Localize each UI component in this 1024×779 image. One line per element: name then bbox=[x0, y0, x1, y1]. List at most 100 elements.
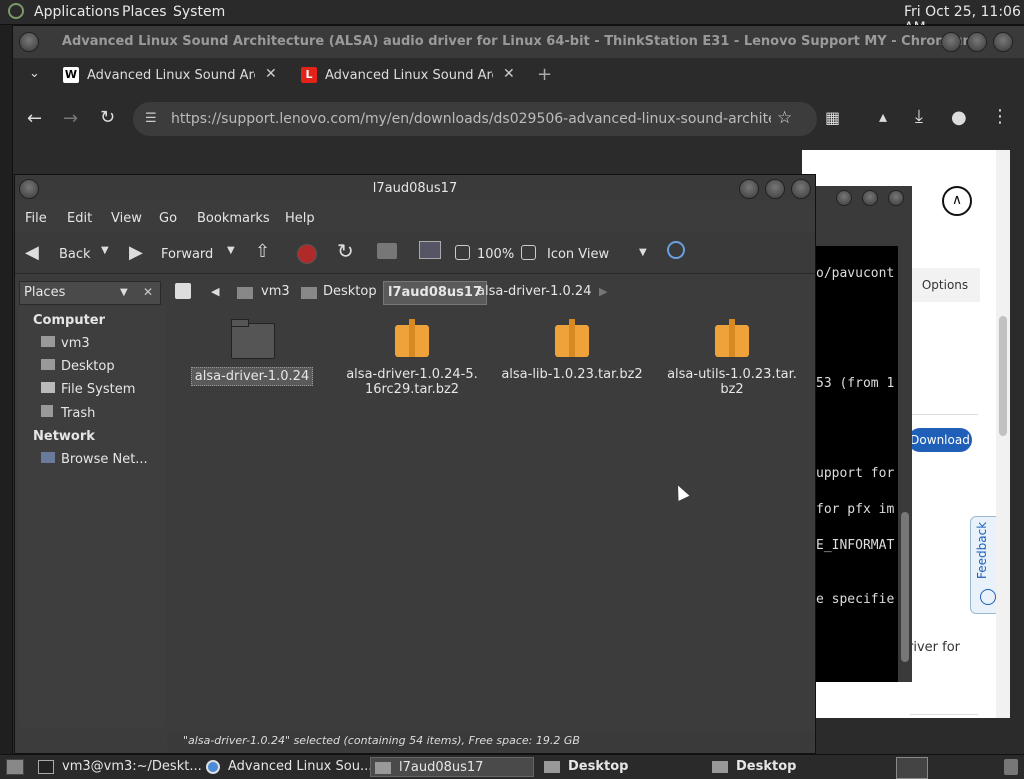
places-menu[interactable]: Places bbox=[122, 4, 167, 20]
zoom-out-icon[interactable] bbox=[455, 245, 470, 260]
page-scrollbar[interactable] bbox=[996, 150, 1010, 718]
file-item-archive[interactable]: alsa-utils-1.0.23.tar. bz2 bbox=[657, 319, 807, 397]
terminal-line: e specifie bbox=[816, 592, 895, 607]
show-desktop-icon[interactable] bbox=[6, 759, 24, 775]
menu-file[interactable]: File bbox=[25, 211, 47, 226]
menu-view[interactable]: View bbox=[111, 211, 142, 226]
path-right-arrow-icon[interactable]: ▶ bbox=[599, 285, 607, 298]
breadcrumb-current[interactable]: l7aud08us17 bbox=[383, 281, 488, 305]
tab-1-close-icon[interactable]: ✕ bbox=[265, 66, 277, 82]
workspace-switcher[interactable] bbox=[896, 757, 928, 779]
download-icon[interactable]: ⤓ bbox=[915, 106, 923, 127]
fm-maximize-button[interactable] bbox=[765, 179, 785, 199]
taskbar-item-terminal[interactable]: vm3@vm3:~/Deskt... bbox=[38, 757, 202, 777]
terminal-line: for pfx im bbox=[816, 502, 895, 517]
terminal-line: E_INFORMAT bbox=[816, 538, 895, 553]
file-item-archive[interactable]: alsa-driver-1.0.24-5. 16rc29.tar.bz2 bbox=[337, 319, 487, 397]
sidebar-item-trash[interactable]: Trash bbox=[41, 405, 95, 421]
sidebar-item-file-system[interactable]: File System bbox=[41, 382, 135, 397]
terminal-scrollbar[interactable] bbox=[898, 246, 912, 682]
path-left-arrow-icon[interactable]: ◀ bbox=[211, 285, 219, 298]
back-arrow-icon[interactable]: ← bbox=[27, 108, 42, 129]
chrome-menu-kebab-icon[interactable]: ⋮ bbox=[991, 106, 1009, 127]
chromium-close-button[interactable] bbox=[993, 32, 1013, 52]
taskbar-item-file-manager[interactable]: l7aud08us17 bbox=[370, 757, 534, 777]
zoom-level: 100% bbox=[477, 247, 515, 262]
reload-icon[interactable]: ↻ bbox=[337, 239, 354, 263]
options-button[interactable]: Options bbox=[910, 268, 980, 302]
menu-bookmarks[interactable]: Bookmarks bbox=[197, 211, 270, 226]
taskbar-item-desktop-1[interactable]: Desktop bbox=[544, 757, 704, 777]
fm-close-button[interactable] bbox=[791, 179, 811, 199]
search-icon[interactable] bbox=[667, 241, 685, 259]
scroll-to-top-icon[interactable]: ∧ bbox=[942, 186, 972, 216]
view-mode-chevron-icon[interactable]: ▼ bbox=[639, 247, 647, 258]
labs-flask-icon[interactable]: ▴ bbox=[879, 107, 887, 126]
bookmark-star-icon[interactable]: ☆ bbox=[777, 108, 792, 128]
edit-path-icon[interactable] bbox=[175, 283, 191, 299]
view-mode-select[interactable]: Icon View bbox=[547, 247, 609, 262]
extensions-puzzle-icon[interactable]: ▦ bbox=[825, 108, 840, 127]
terminal-maximize-button[interactable] bbox=[862, 190, 878, 206]
gnome-foot-icon[interactable] bbox=[8, 3, 24, 19]
back-history-chevron-icon[interactable]: ▼ bbox=[101, 245, 109, 256]
menu-edit[interactable]: Edit bbox=[67, 211, 92, 226]
taskbar-item-chromium[interactable]: Advanced Linux Sou... bbox=[206, 757, 372, 777]
system-menu[interactable]: System bbox=[173, 4, 225, 20]
zoom-in-icon[interactable] bbox=[521, 245, 536, 260]
forward-icon[interactable]: ▶ bbox=[129, 242, 143, 263]
breadcrumb-vm3[interactable]: vm3 bbox=[261, 281, 290, 303]
applications-menu[interactable]: Applications bbox=[34, 4, 120, 20]
file-item-folder[interactable]: alsa-driver-1.0.24 bbox=[177, 319, 327, 386]
forward-button[interactable]: Forward bbox=[161, 247, 213, 262]
taskbar-item-desktop-2[interactable]: Desktop bbox=[712, 757, 872, 777]
page-scrollbar-thumb[interactable] bbox=[999, 316, 1007, 436]
chromium-maximize-button[interactable] bbox=[967, 32, 987, 52]
menu-go[interactable]: Go bbox=[159, 211, 177, 226]
profile-avatar-icon[interactable]: ● bbox=[951, 107, 967, 128]
site-info-icon[interactable]: ☰ bbox=[145, 111, 157, 126]
reload-icon[interactable]: ↻ bbox=[100, 107, 115, 128]
back-icon[interactable]: ◀ bbox=[25, 242, 39, 263]
address-bar[interactable]: ☰ https://support.lenovo.com/my/en/downl… bbox=[133, 102, 817, 136]
close-sidebar-icon[interactable]: ✕ bbox=[139, 281, 157, 303]
fm-minimize-button[interactable] bbox=[739, 179, 759, 199]
breadcrumb-alsa-driver[interactable]: alsa-driver-1.0.24 bbox=[477, 281, 591, 303]
terminal-minimize-button[interactable] bbox=[836, 190, 852, 206]
sidebar-header-network: Network bbox=[33, 429, 95, 444]
terminal-icon bbox=[38, 759, 54, 774]
top-panel: Applications Places System Fri Oct 25, 1… bbox=[0, 0, 1024, 36]
chromium-minimize-button[interactable] bbox=[941, 32, 961, 52]
file-item-archive[interactable]: alsa-lib-1.0.23.tar.bz2 bbox=[497, 319, 647, 382]
menu-help[interactable]: Help bbox=[285, 211, 315, 226]
taskbar-label: Desktop bbox=[736, 759, 797, 774]
forward-history-chevron-icon[interactable]: ▼ bbox=[227, 245, 235, 256]
chromium-titlebar[interactable]: Advanced Linux Sound Architecture (ALSA)… bbox=[13, 26, 1024, 58]
terminal-close-button[interactable] bbox=[888, 190, 904, 206]
file-manager-titlebar[interactable]: l7aud08us17 bbox=[15, 175, 815, 201]
tab-2-close-icon[interactable]: ✕ bbox=[503, 66, 515, 82]
sidebar-item-desktop[interactable]: Desktop bbox=[41, 359, 115, 374]
sidebar-item-browse-network[interactable]: Browse Net... bbox=[41, 452, 148, 467]
file-view[interactable]: alsa-driver-1.0.24 alsa-driver-1.0.24-5.… bbox=[167, 305, 813, 727]
download-button[interactable]: Download bbox=[908, 428, 972, 452]
drive-icon bbox=[41, 382, 55, 393]
forward-arrow-icon[interactable]: → bbox=[63, 108, 78, 129]
home-icon bbox=[41, 336, 55, 347]
trash-applet-icon[interactable] bbox=[1004, 759, 1018, 775]
back-button[interactable]: Back bbox=[59, 247, 91, 262]
terminal-output[interactable]: o/pavucont 53 (from 1 upport for for pfx… bbox=[814, 246, 898, 682]
home-folder-icon[interactable] bbox=[377, 243, 397, 259]
up-arrow-icon[interactable]: ⇧ bbox=[255, 241, 270, 262]
terminal-window[interactable] bbox=[814, 186, 912, 210]
stop-icon[interactable] bbox=[297, 244, 317, 264]
tab-2[interactable]: L Advanced Linux Sound Architecture ✕ bbox=[301, 62, 523, 90]
breadcrumb-desktop[interactable]: Desktop bbox=[323, 281, 377, 303]
terminal-line: upport for bbox=[816, 466, 895, 481]
new-tab-plus-icon[interactable]: + bbox=[537, 64, 552, 85]
terminal-scrollbar-thumb[interactable] bbox=[901, 512, 909, 662]
sidebar-item-vm3[interactable]: vm3 bbox=[41, 336, 90, 351]
tab-1[interactable]: W Advanced Linux Sound Architecture ✕ bbox=[63, 62, 285, 90]
tab-list-chevron-icon[interactable]: ⌄ bbox=[29, 66, 40, 81]
computer-icon[interactable] bbox=[419, 241, 441, 259]
